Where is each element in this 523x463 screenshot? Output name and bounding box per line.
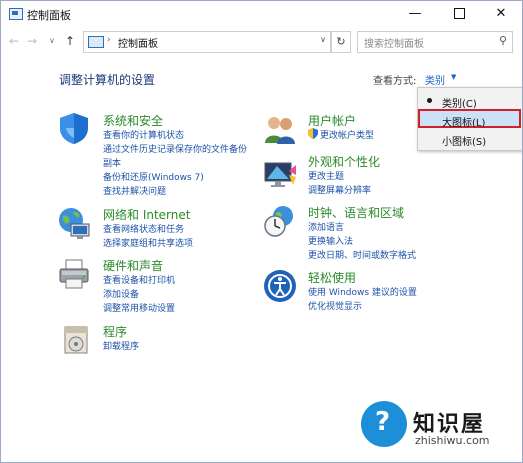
link-troubleshoot[interactable]: 查找并解决问题 [103, 184, 166, 197]
breadcrumb-separator: › [107, 35, 111, 45]
link-devices-printers[interactable]: 查看设备和打印机 [103, 273, 175, 286]
recent-locations-button[interactable]: ∨ [43, 32, 61, 50]
appearance-monitor-icon [264, 162, 296, 187]
link-change-account-type[interactable]: 更改帐户类型 [320, 128, 374, 141]
category-user-accounts[interactable]: 用户帐户 [308, 112, 356, 129]
view-by-label: 查看方式: [373, 76, 417, 87]
category-network-internet[interactable]: 网络和 Internet [103, 206, 190, 223]
link-file-history-backup[interactable]: 通过文件历史记录保存你的文件备份 [103, 142, 247, 155]
clock-globe-icon [264, 206, 293, 237]
shield-icon [60, 113, 88, 144]
control-panel-window: 控制面板 — ✕ ← → ∨ ↑ › 控制面板 ∨ ↻ 搜索控制面板 ⚲ 调整计… [0, 0, 523, 463]
breadcrumb-control-panel[interactable]: 控制面板 [118, 35, 158, 50]
maximize-icon [453, 8, 465, 19]
category-system-security[interactable]: 系统和安全 [103, 112, 163, 129]
category-hardware-sound[interactable]: 硬件和声音 [103, 257, 163, 274]
link-view-computer-status[interactable]: 查看你的计算机状态 [103, 128, 184, 141]
link-backup-restore[interactable]: 备份和还原(Windows 7) [103, 170, 204, 183]
view-by-arrow-icon[interactable]: ▼ [451, 73, 456, 81]
back-button[interactable]: ← [5, 32, 23, 50]
search-icon[interactable]: ⚲ [499, 34, 507, 47]
address-dropdown-icon[interactable]: ∨ [320, 35, 326, 44]
link-add-language[interactable]: 添加语言 [308, 220, 344, 233]
uac-shield-icon [308, 128, 318, 139]
programs-disk-icon [64, 326, 88, 354]
menu-item-small-icons-label: 小图标(S) [442, 137, 487, 148]
watermark-url: zhishiwu.com [415, 434, 490, 447]
link-change-theme[interactable]: 更改主题 [308, 169, 344, 182]
printer-icon [59, 259, 89, 289]
control-panel-app-icon [9, 8, 23, 20]
user-accounts-icon [265, 117, 295, 144]
view-by-dropdown-menu: 类别(C) 大图标(L) 小图标(S) [417, 87, 522, 151]
up-button[interactable]: ↑ [61, 32, 79, 50]
category-programs[interactable]: 程序 [103, 323, 127, 340]
link-screen-resolution[interactable]: 调整屏幕分辨率 [308, 183, 371, 196]
network-globe-icon [59, 208, 90, 239]
close-button[interactable]: ✕ [484, 1, 518, 27]
control-panel-location-icon [88, 36, 104, 48]
selected-bullet-icon [427, 98, 432, 103]
title-bar[interactable]: 控制面板 — ✕ [1, 1, 522, 27]
link-add-device[interactable]: 添加设备 [103, 287, 139, 300]
link-recommended-settings[interactable]: 使用 Windows 建议的设置 [308, 285, 417, 298]
search-input[interactable]: 搜索控制面板 ⚲ [357, 31, 513, 53]
maximize-button[interactable] [442, 1, 476, 27]
category-ease-of-access[interactable]: 轻松使用 [308, 269, 356, 286]
minimize-button[interactable]: — [398, 1, 432, 27]
watermark-question-icon: ? [375, 407, 391, 437]
ease-of-access-icon [264, 270, 296, 302]
link-mobility-settings[interactable]: 调整常用移动设置 [103, 301, 175, 314]
refresh-button[interactable]: ↻ [331, 31, 351, 53]
link-optimize-visual-display[interactable]: 优化视觉显示 [308, 299, 362, 312]
page-title: 调整计算机的设置 [59, 73, 156, 87]
view-by-selector[interactable]: 类别 [425, 72, 445, 87]
address-bar-row: ← → ∨ ↑ › 控制面板 ∨ ↻ 搜索控制面板 ⚲ [1, 29, 522, 53]
link-date-time-format[interactable]: 更改日期、时间或数字格式 [308, 248, 416, 261]
menu-item-large-icons[interactable]: 大图标(L) [418, 111, 522, 129]
menu-item-large-icons-label: 大图标(L) [442, 118, 486, 129]
link-file-history-backup-cont[interactable]: 副本 [103, 156, 121, 169]
category-clock-language-region[interactable]: 时钟、语言和区域 [308, 204, 404, 221]
link-network-status[interactable]: 查看网络状态和任务 [103, 222, 184, 235]
menu-item-small-icons[interactable]: 小图标(S) [418, 130, 522, 148]
category-appearance-personalization[interactable]: 外观和个性化 [308, 153, 380, 170]
menu-item-category[interactable]: 类别(C) [418, 92, 522, 110]
address-field[interactable]: › 控制面板 ∨ [83, 31, 331, 53]
search-placeholder: 搜索控制面板 [364, 39, 424, 50]
menu-item-category-label: 类别(C) [442, 99, 477, 110]
window-title: 控制面板 [27, 9, 71, 22]
link-uninstall-program[interactable]: 卸载程序 [103, 339, 139, 352]
link-change-input-method[interactable]: 更换输入法 [308, 234, 353, 247]
link-homegroup-sharing[interactable]: 选择家庭组和共享选项 [103, 236, 193, 249]
forward-button[interactable]: → [23, 32, 41, 50]
